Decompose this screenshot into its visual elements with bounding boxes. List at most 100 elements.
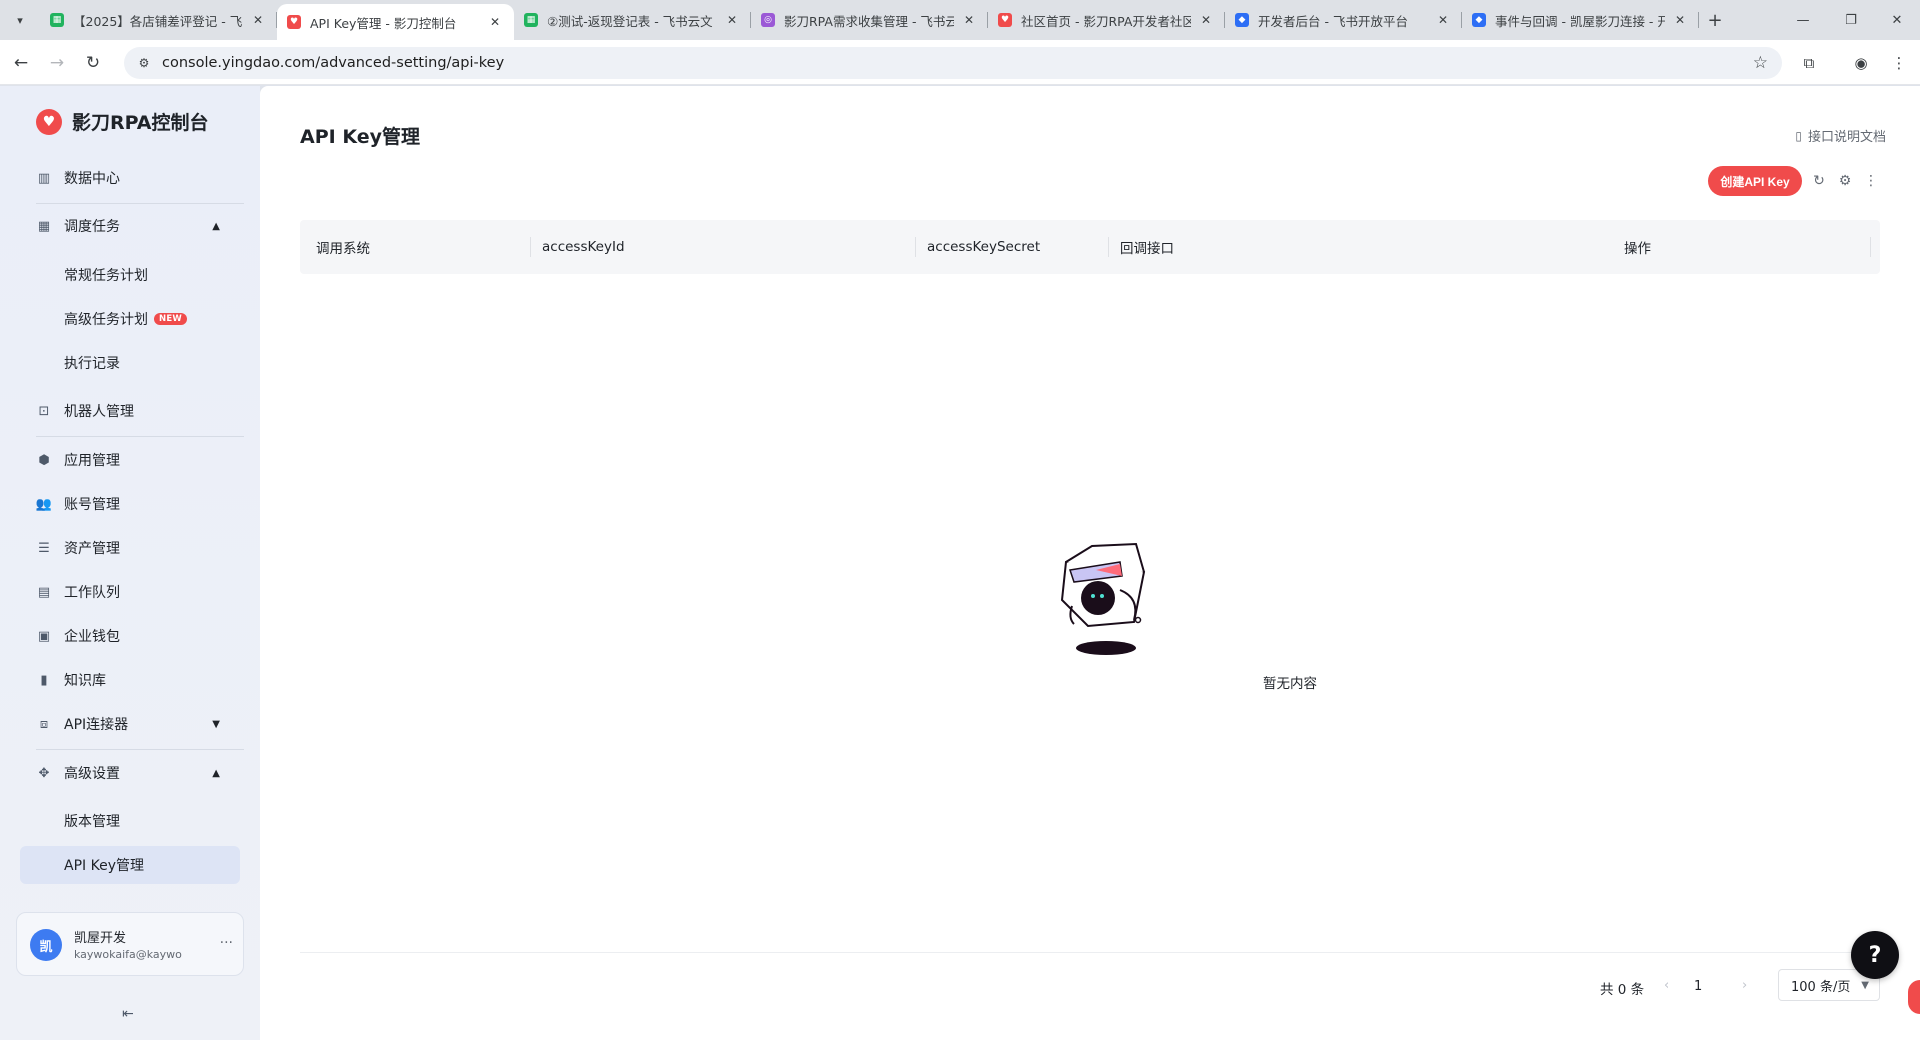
sidebar-item-data-center[interactable]: ▥ 数据中心 — [20, 158, 240, 198]
tab-close-icon[interactable]: ✕ — [1197, 11, 1215, 29]
chevron-down-icon: ▼ — [1861, 979, 1869, 991]
sidebar-item-advanced-plan[interactable]: 高级任务计划 NEW — [20, 300, 240, 338]
browser-tab[interactable]: ♥ API Key管理 - 影刀控制台 ✕ — [277, 4, 514, 40]
page-size-value: 100 条/页 — [1791, 979, 1851, 995]
restore-icon[interactable]: ❐ — [1828, 0, 1874, 40]
chevron-up-icon: ▲ — [212, 767, 220, 779]
sidebar-item-schedule[interactable]: ▦ 调度任务 ▲ — [20, 206, 240, 246]
prev-page-icon[interactable]: ‹ — [1664, 978, 1669, 993]
url-omnibox[interactable]: ⚙ console.yingdao.com/advanced-setting/a… — [124, 47, 1782, 79]
sidebar-item-label: 高级设置 — [64, 766, 120, 782]
api-doc-link[interactable]: ▯ 接口说明文档 — [1795, 126, 1886, 146]
divider — [300, 952, 1880, 953]
browser-tab[interactable]: ♥ 社区首页 - 影刀RPA开发者社区 ✕ — [988, 0, 1225, 40]
dashboard-icon: ▦ — [37, 218, 51, 234]
next-page-icon[interactable]: › — [1742, 978, 1747, 993]
tab-close-icon[interactable]: ✕ — [960, 11, 978, 29]
sidebar-item-label: 高级任务计划 — [64, 312, 148, 328]
brand-logo-icon: ♥ — [36, 108, 62, 135]
browser-tab[interactable]: ◎ 影刀RPA需求收集管理 - 飞书云 ✕ — [751, 0, 988, 40]
profile-icon[interactable]: ◉ — [1850, 52, 1872, 74]
sidebar-item-label: 企业钱包 — [64, 629, 120, 645]
sidebar-item-label: 工作队列 — [64, 585, 120, 601]
close-window-icon[interactable]: ✕ — [1874, 0, 1920, 40]
sidebar-item-queue[interactable]: ▤ 工作队列 — [20, 572, 240, 612]
reload-icon[interactable]: ↻ — [80, 50, 106, 76]
sidebar-item-api-key[interactable]: API Key管理 — [20, 846, 240, 884]
empty-state-illustration — [1060, 542, 1146, 655]
extensions-icon[interactable]: ⧉ — [1798, 52, 1820, 74]
sidebar-item-advanced-setting[interactable]: ✥ 高级设置 ▲ — [20, 753, 240, 793]
settings-icon[interactable]: ⚙ — [1836, 172, 1854, 190]
tab-close-icon[interactable]: ✕ — [1671, 11, 1689, 29]
sidebar-item-app[interactable]: ⬢ 应用管理 — [20, 440, 240, 480]
tab-search-icon[interactable]: ▾ — [8, 8, 32, 32]
collapse-sidebar-icon[interactable]: ⇤ — [122, 1006, 134, 1022]
brand[interactable]: ♥ 影刀RPA控制台 — [36, 108, 209, 135]
tab-close-icon[interactable]: ✕ — [486, 13, 504, 31]
tab-close-icon[interactable]: ✕ — [1434, 11, 1452, 29]
sidebar-item-api-connector[interactable]: ⧈ API连接器 ▼ — [20, 704, 240, 744]
sidebar-item-label: 应用管理 — [64, 453, 120, 469]
sidebar-item-wallet[interactable]: ▣ 企业钱包 — [20, 616, 240, 656]
user-card[interactable]: 凯 凯屋开发 kaywokaifa@kaywo ··· — [16, 912, 244, 976]
tab-title: 开发者后台 - 飞书开放平台 — [1258, 13, 1408, 29]
browser-menu-icon[interactable]: ⋮ — [1888, 52, 1910, 74]
sidebar: ♥ 影刀RPA控制台 ▥ 数据中心 ▦ 调度任务 ▲ 常规任务计划 高级任务计划… — [0, 86, 260, 1040]
back-icon[interactable]: ← — [8, 50, 34, 76]
column-header-access-key-secret: accessKeySecret — [927, 239, 1041, 255]
sidebar-item-label: 账号管理 — [64, 497, 120, 513]
bar-chart-icon: ▥ — [37, 170, 51, 186]
column-divider — [915, 237, 916, 257]
sidebar-item-knowledge[interactable]: ▮ 知识库 — [20, 660, 240, 700]
tab-favicon-icon: ◆ — [1235, 13, 1249, 27]
refresh-icon[interactable]: ↻ — [1810, 172, 1828, 190]
api-doc-link-label: 接口说明文档 — [1807, 130, 1886, 145]
pagination-current-page[interactable]: 1 — [1694, 979, 1702, 994]
list-icon: ▤ — [37, 584, 51, 600]
browser-tab[interactable]: ◆ 事件与回调 - 凯屋影刀连接 - 开 ✕ — [1462, 0, 1699, 40]
floating-logo-badge[interactable] — [1908, 980, 1920, 1014]
new-badge: NEW — [154, 313, 187, 325]
create-api-key-button[interactable]: 创建API Key — [1708, 166, 1802, 196]
sidebar-item-robot[interactable]: ⊡ 机器人管理 — [20, 391, 240, 431]
new-tab-button[interactable]: + — [1703, 8, 1727, 32]
sidebar-item-regular-plan[interactable]: 常规任务计划 — [20, 256, 240, 294]
divider — [36, 203, 244, 204]
tab-title: 影刀RPA需求收集管理 - 飞书云 — [784, 13, 954, 29]
sidebar-item-label: 执行记录 — [64, 356, 120, 372]
url-text[interactable]: console.yingdao.com/advanced-setting/api… — [162, 55, 504, 71]
help-question-icon[interactable]: ? — [1851, 931, 1899, 979]
tab-close-icon[interactable]: ✕ — [249, 11, 267, 29]
tab-title: API Key管理 - 影刀控制台 — [310, 15, 457, 31]
sidebar-item-label: 常规任务计划 — [64, 268, 148, 284]
browser-tab[interactable]: ◆ 开发者后台 - 飞书开放平台 ✕ — [1225, 0, 1462, 40]
chevron-up-icon: ▲ — [212, 220, 220, 232]
sidebar-item-label: 调度任务 — [64, 219, 120, 235]
tab-strip: ▦ 【2025】各店铺差评登记 - 飞书 ✕ ♥ API Key管理 - 影刀控制台 ✕ ▦… — [40, 0, 1699, 40]
main-content: API Key管理 ▯ 接口说明文档 创建API Key ↻ ⚙ ⋮ 调用系统 … — [260, 86, 1920, 1040]
more-vertical-icon[interactable]: ⋮ — [1862, 172, 1880, 190]
browser-tab[interactable]: ▦ 【2025】各店铺差评登记 - 飞书 ✕ — [40, 0, 277, 40]
browser-tab[interactable]: ▦ ②测试-返现登记表 - 飞书云文 ✕ — [514, 0, 751, 40]
sidebar-item-account[interactable]: 👥 账号管理 — [20, 484, 240, 524]
book-icon: ▮ — [40, 672, 48, 688]
minimize-icon[interactable]: — — [1780, 0, 1826, 40]
wallet-icon: ▣ — [37, 628, 51, 644]
forward-icon[interactable]: → — [44, 50, 70, 76]
tab-favicon-icon: ▦ — [50, 13, 64, 27]
column-header-system: 调用系统 — [316, 241, 370, 257]
bookmark-star-icon[interactable]: ☆ — [1753, 53, 1768, 73]
sidebar-item-exec-record[interactable]: 执行记录 — [20, 344, 240, 382]
more-icon[interactable]: ··· — [220, 935, 233, 951]
site-info-icon[interactable]: ⚙ — [128, 56, 160, 70]
tab-close-icon[interactable]: ✕ — [723, 11, 741, 29]
users-icon: 👥 — [35, 496, 53, 512]
column-divider — [1108, 237, 1109, 257]
column-divider — [1870, 237, 1871, 257]
table-header: 调用系统 accessKeyId accessKeySecret 回调接口 操作 — [300, 220, 1880, 274]
sidebar-item-asset[interactable]: ☰ 资产管理 — [20, 528, 240, 568]
sidebar-item-label: 资产管理 — [64, 541, 120, 557]
sidebar-item-version[interactable]: 版本管理 — [20, 802, 240, 840]
divider — [36, 436, 244, 437]
